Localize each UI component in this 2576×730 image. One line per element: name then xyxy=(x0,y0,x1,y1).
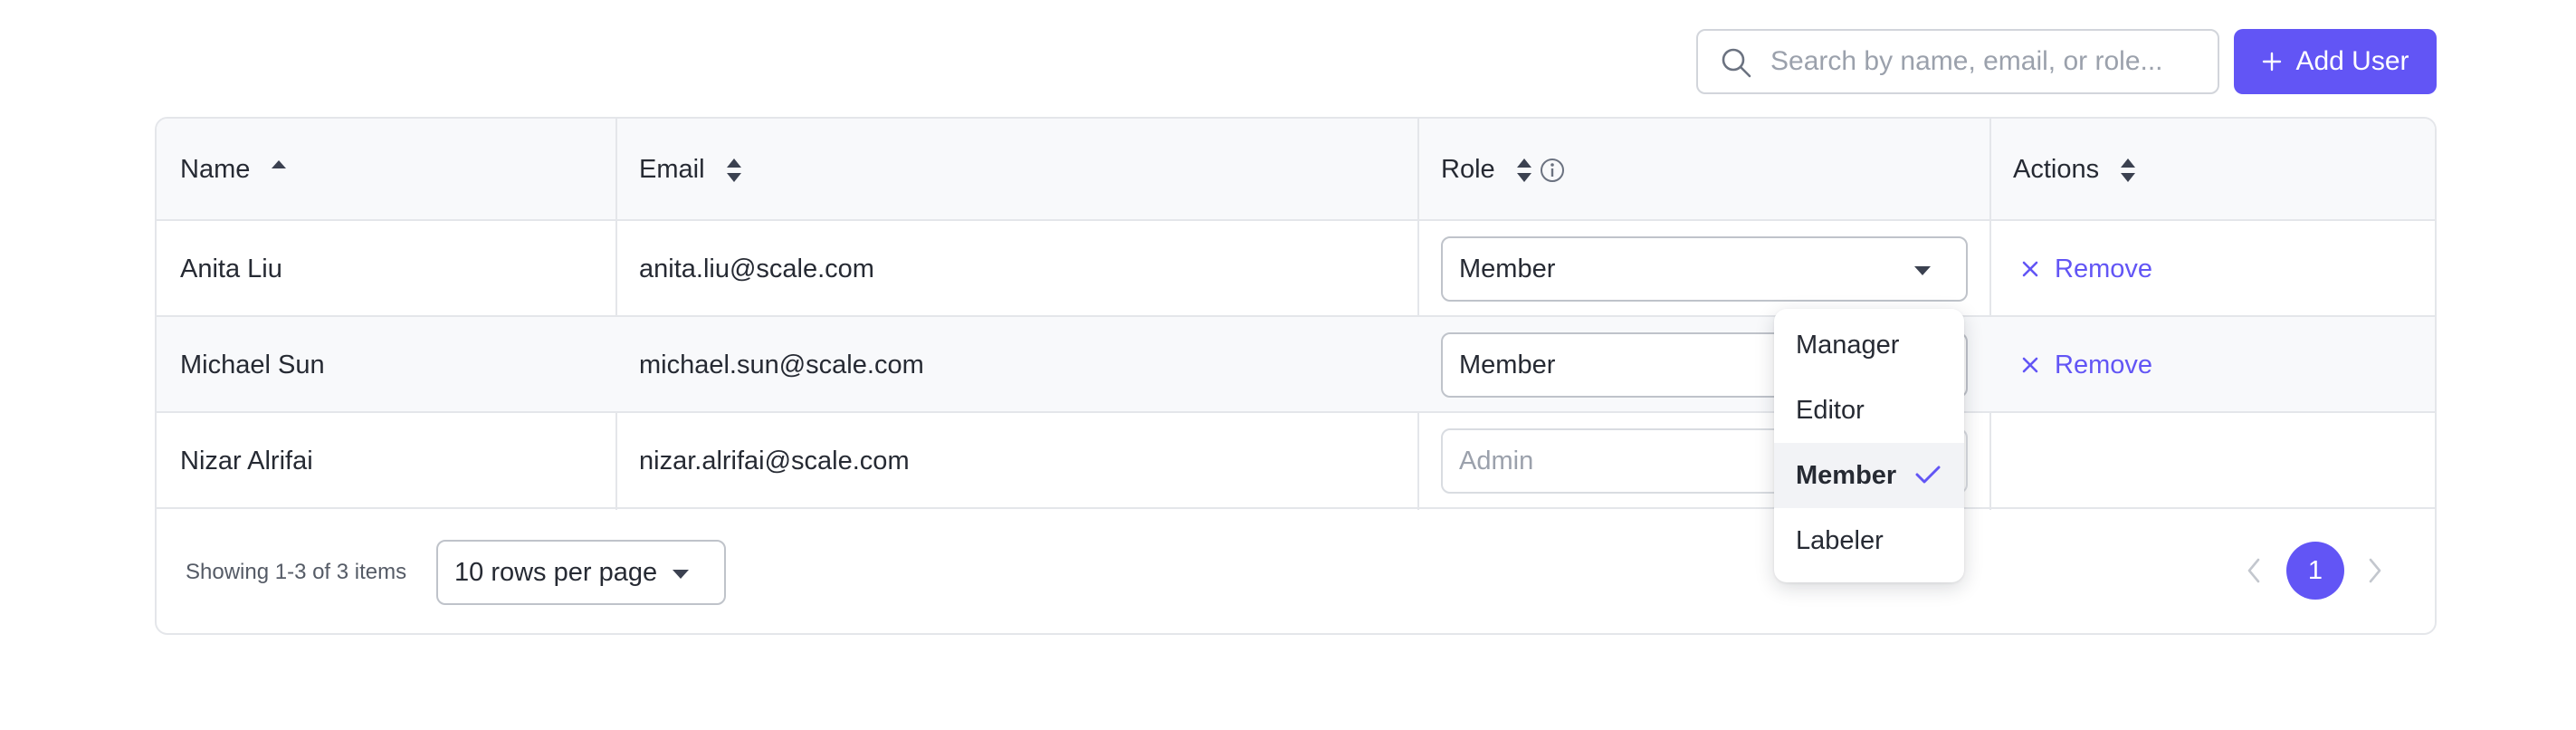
close-icon xyxy=(2022,357,2038,373)
cell-name: Nizar Alrifai xyxy=(180,446,313,475)
cell-name: Michael Sun xyxy=(180,350,325,379)
sort-icon[interactable] xyxy=(1515,157,1533,184)
role-select-value: Member xyxy=(1459,350,1556,379)
menu-item-label: Manager xyxy=(1796,330,1900,360)
cell-email: nizar.alrifai@scale.com xyxy=(639,446,910,475)
table-row: Michael Sun michael.sun@scale.com Member… xyxy=(157,317,2435,413)
column-header-email[interactable]: Email xyxy=(615,119,1417,221)
menu-item-label: Labeler xyxy=(1796,525,1884,555)
cell-name: Anita Liu xyxy=(180,254,282,283)
chevron-down-icon xyxy=(673,570,689,579)
remove-button[interactable]: Remove xyxy=(2022,317,2152,413)
search-box[interactable] xyxy=(1696,29,2219,94)
sort-ascending-icon[interactable] xyxy=(270,157,288,184)
pagination-summary: Showing 1-3 of 3 items xyxy=(186,560,407,584)
check-icon xyxy=(1915,466,1941,484)
remove-button[interactable]: Remove xyxy=(2022,221,2152,317)
column-label: Name xyxy=(180,155,251,184)
info-icon[interactable] xyxy=(1539,157,1566,184)
role-select-value: Admin xyxy=(1459,446,1534,475)
column-label: Email xyxy=(639,155,705,184)
sort-icon[interactable] xyxy=(725,157,743,184)
column-header-actions[interactable]: Actions xyxy=(1989,119,2435,221)
add-user-label: Add User xyxy=(2295,46,2409,76)
role-select[interactable]: Member xyxy=(1441,236,1968,302)
cell-email: michael.sun@scale.com xyxy=(639,350,924,379)
column-label: Role xyxy=(1441,155,1495,184)
chevron-down-icon xyxy=(1914,266,1931,275)
table-row: Nizar Alrifai nizar.alrifai@scale.com Ad… xyxy=(157,413,2435,509)
cell-email: anita.liu@scale.com xyxy=(639,254,874,283)
close-icon xyxy=(2022,261,2038,277)
menu-item-editor[interactable]: Editor xyxy=(1774,378,1964,443)
menu-item-labeler[interactable]: Labeler xyxy=(1774,508,1964,573)
role-select-value: Member xyxy=(1459,254,1556,283)
page-size-select[interactable]: 10 rows per page xyxy=(436,540,726,605)
column-label: Actions xyxy=(2013,155,2100,184)
page-button-current[interactable]: 1 xyxy=(2286,542,2344,600)
menu-item-manager[interactable]: Manager xyxy=(1774,312,1964,378)
menu-item-label: Editor xyxy=(1796,395,1865,425)
role-dropdown-menu: Manager Editor Member Labeler xyxy=(1774,309,1964,582)
page-size-value: 10 rows per page xyxy=(454,557,658,587)
chevron-left-icon[interactable] xyxy=(2241,554,2266,587)
table-row: Anita Liu anita.liu@scale.com Member Rem… xyxy=(157,221,2435,317)
column-header-role[interactable]: Role xyxy=(1417,119,1989,221)
sort-icon[interactable] xyxy=(2119,157,2137,184)
menu-item-label: Member xyxy=(1796,460,1897,490)
user-management-page: Add User Name Email Role xyxy=(0,0,2576,730)
add-user-button[interactable]: Add User xyxy=(2234,29,2437,94)
search-icon xyxy=(1722,48,1751,78)
menu-item-member[interactable]: Member xyxy=(1774,443,1964,508)
table-header: Name Email Role Actions xyxy=(157,119,2435,221)
search-input[interactable] xyxy=(1770,31,2205,92)
chevron-right-icon[interactable] xyxy=(2362,554,2388,587)
column-header-name[interactable]: Name xyxy=(157,119,615,221)
plus-icon xyxy=(2263,52,2282,72)
remove-label: Remove xyxy=(2055,254,2152,283)
remove-label: Remove xyxy=(2055,350,2152,379)
